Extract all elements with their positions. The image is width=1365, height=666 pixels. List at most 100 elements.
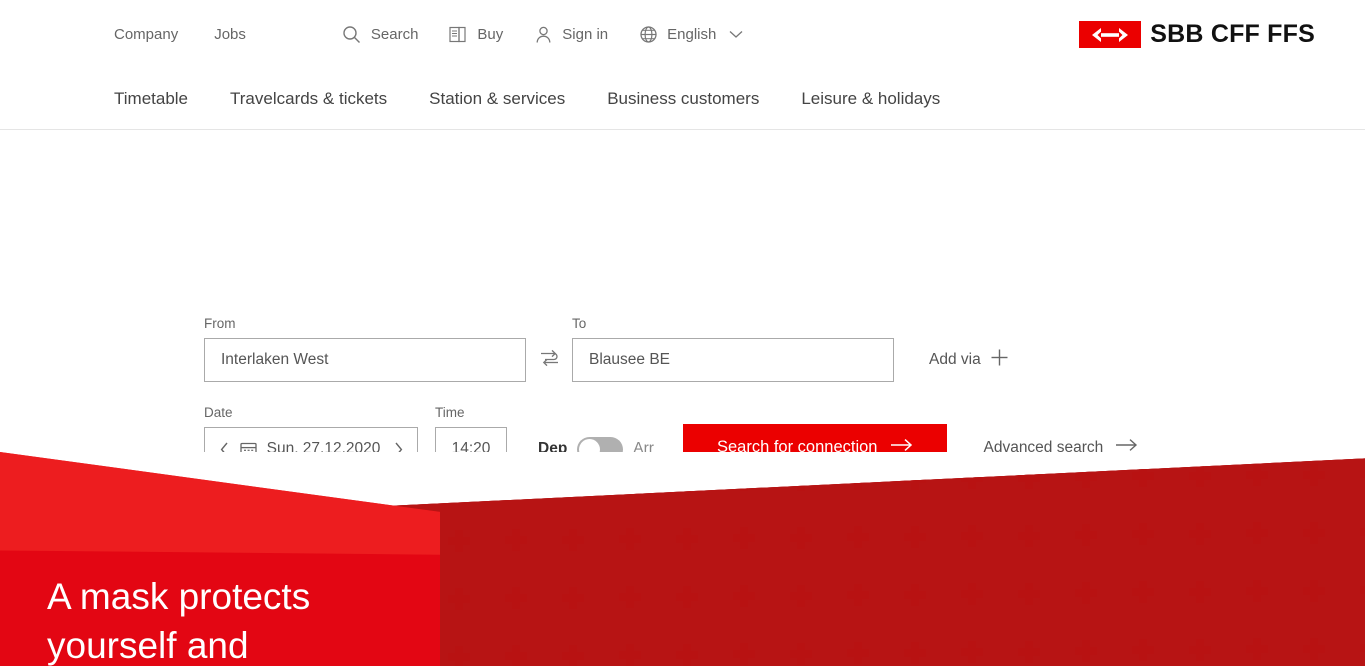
time-label: Time xyxy=(435,405,465,420)
language-selector[interactable]: English xyxy=(638,24,743,44)
swiss-cross xyxy=(1360,579,1365,602)
swiss-cross xyxy=(1360,521,1365,544)
main-navigation: Timetable Travelcards & tickets Station … xyxy=(0,68,1365,130)
to-input[interactable]: Blausee BE xyxy=(572,338,894,382)
swiss-cross xyxy=(1132,465,1154,488)
swiss-cross xyxy=(1075,465,1097,488)
swiss-cross xyxy=(733,643,755,666)
to-field-group: To Blausee BE xyxy=(572,316,894,382)
plus-icon xyxy=(990,348,1009,372)
chevron-down-icon xyxy=(729,30,743,39)
swiss-cross xyxy=(448,588,470,610)
swiss-cross xyxy=(961,583,983,606)
swiss-cross xyxy=(1075,523,1097,546)
swiss-cross xyxy=(448,530,470,552)
utility-links: Company Jobs xyxy=(114,26,246,43)
search-button[interactable]: Search xyxy=(342,24,419,44)
swiss-cross xyxy=(676,643,698,666)
swiss-cross xyxy=(1189,464,1211,487)
user-icon xyxy=(533,24,553,44)
sbb-logo[interactable]: SBB CFF FFS xyxy=(1079,20,1315,49)
swiss-cross xyxy=(1018,524,1040,547)
swiss-cross xyxy=(1132,581,1154,604)
swiss-cross xyxy=(961,467,983,490)
to-label: To xyxy=(572,316,587,331)
swiss-cross xyxy=(505,471,527,494)
swiss-cross xyxy=(619,528,641,551)
language-selector-label: English xyxy=(667,25,717,43)
swiss-cross xyxy=(790,584,812,607)
swiss-cross xyxy=(1018,582,1040,605)
swiss-cross xyxy=(448,646,470,666)
sbb-logo-text: SBB CFF FFS xyxy=(1150,20,1315,48)
swiss-cross xyxy=(1189,580,1211,603)
swiss-cross xyxy=(904,525,926,548)
from-input[interactable]: Interlaken West xyxy=(204,338,526,382)
utility-actions: Search Buy Sign in English xyxy=(342,24,743,44)
swiss-cross xyxy=(505,587,527,610)
nav-item-travelcards-tickets[interactable]: Travelcards & tickets xyxy=(230,89,387,109)
globe-icon xyxy=(638,24,658,44)
swiss-cross xyxy=(1018,640,1040,663)
swiss-cross xyxy=(1303,579,1325,602)
swiss-cross xyxy=(1132,639,1154,662)
from-to-row: From Interlaken West To Blausee BE Add v… xyxy=(204,316,1009,382)
swiss-cross xyxy=(847,526,869,549)
swiss-cross xyxy=(676,585,698,608)
nav-item-timetable[interactable]: Timetable xyxy=(114,89,188,109)
search-icon xyxy=(342,24,362,44)
swiss-cross xyxy=(1246,464,1268,487)
buy-button-label: Buy xyxy=(477,25,504,43)
sign-in-button-label: Sign in xyxy=(562,25,609,43)
swiss-cross xyxy=(676,527,698,550)
connection-search-panel: From Interlaken West To Blausee BE Add v… xyxy=(0,130,1365,525)
swiss-cross xyxy=(733,469,755,492)
add-via-button[interactable]: Add via xyxy=(929,338,1009,382)
swiss-cross xyxy=(961,641,983,664)
swiss-cross xyxy=(904,467,926,490)
utility-bar: Company Jobs Search Buy Sign in English … xyxy=(0,0,1365,68)
swiss-cross xyxy=(790,526,812,549)
search-button-label: Search xyxy=(370,25,419,43)
nav-item-business-customers[interactable]: Business customers xyxy=(607,89,759,109)
sbb-arrows-icon xyxy=(1079,21,1142,48)
swiss-cross xyxy=(562,528,584,551)
utility-link-jobs[interactable]: Jobs xyxy=(214,26,246,43)
swiss-cross xyxy=(733,585,755,608)
swiss-cross xyxy=(1303,637,1325,660)
swiss-cross xyxy=(904,583,926,606)
ticket-icon xyxy=(448,24,468,44)
covid-mask-banner[interactable]: A mask protects yourself and NEW xyxy=(0,452,1365,666)
nav-item-leisure-holidays[interactable]: Leisure & holidays xyxy=(801,89,940,109)
swiss-cross xyxy=(961,525,983,548)
swiss-cross xyxy=(847,468,869,491)
swiss-cross xyxy=(1246,638,1268,661)
swiss-cross xyxy=(619,586,641,609)
nav-item-station-services[interactable]: Station & services xyxy=(429,89,565,109)
from-label: From xyxy=(204,316,236,331)
swiss-cross xyxy=(1303,521,1325,544)
swiss-cross xyxy=(562,644,584,666)
swiss-cross xyxy=(619,470,641,493)
banner-title: A mask protects yourself and xyxy=(47,576,311,666)
sign-in-button[interactable]: Sign in xyxy=(533,24,608,44)
swiss-cross xyxy=(1189,638,1211,661)
swiss-cross xyxy=(790,642,812,665)
date-label: Date xyxy=(204,405,233,420)
from-field-group: From Interlaken West xyxy=(204,316,526,382)
swiss-cross xyxy=(1360,637,1365,660)
swiss-cross xyxy=(1075,639,1097,662)
buy-button[interactable]: Buy xyxy=(448,24,503,44)
swiss-cross xyxy=(904,641,926,664)
swiss-cross xyxy=(1189,522,1211,545)
swiss-cross xyxy=(505,645,527,666)
swap-stations-button[interactable] xyxy=(526,338,572,382)
utility-link-company[interactable]: Company xyxy=(114,26,178,43)
swiss-cross xyxy=(448,472,470,494)
swiss-cross xyxy=(847,642,869,665)
swiss-cross xyxy=(676,469,698,492)
swiss-cross xyxy=(790,468,812,491)
swiss-cross xyxy=(1303,463,1325,486)
swiss-cross xyxy=(562,470,584,493)
swiss-cross xyxy=(505,529,527,552)
